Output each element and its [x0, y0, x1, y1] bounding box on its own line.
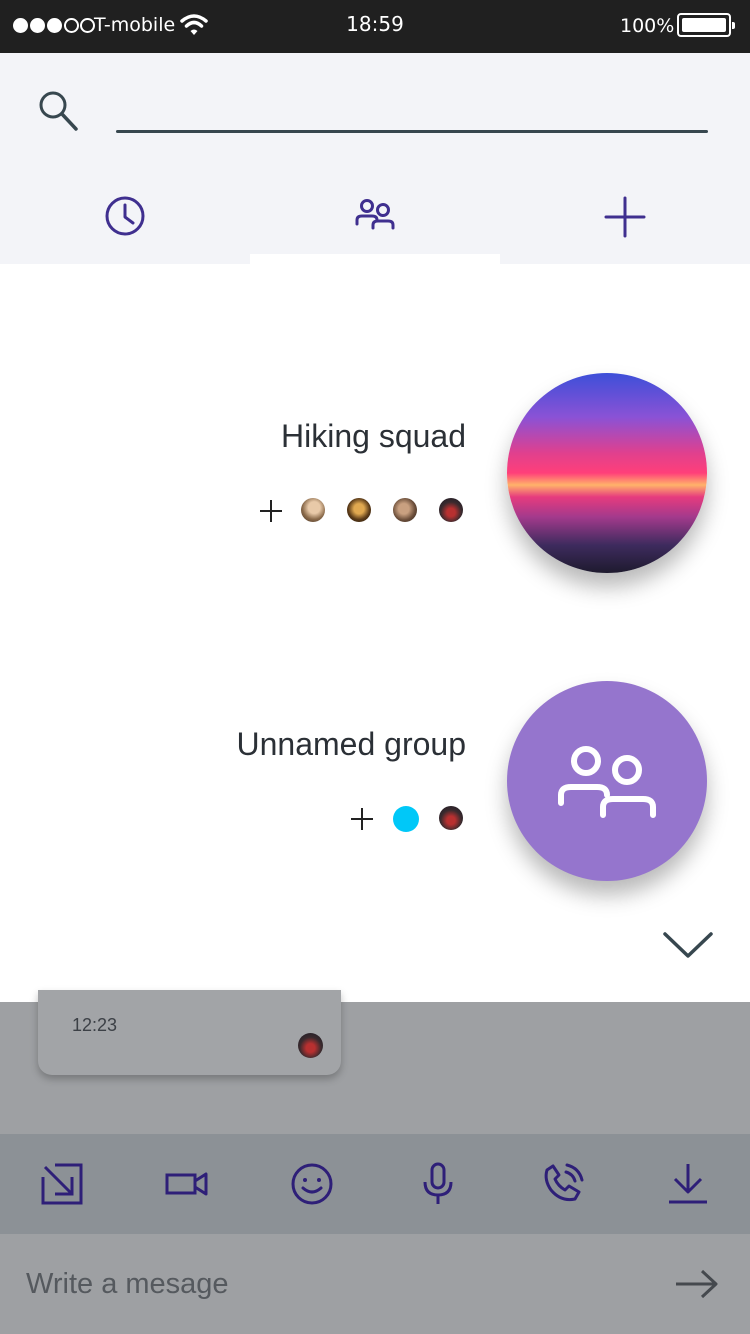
group-card-unnamed[interactable]: Unnamed group	[0, 670, 750, 900]
tab-groups[interactable]	[250, 176, 500, 256]
clock-icon	[105, 196, 145, 236]
message-time: 12:23	[72, 1015, 118, 1035]
message-input[interactable]	[26, 1262, 626, 1306]
people-icon	[558, 746, 656, 818]
people-icon	[355, 199, 395, 230]
search-input[interactable]	[116, 92, 708, 128]
chevron-down-icon[interactable]	[662, 930, 714, 960]
group-avatar	[507, 681, 707, 881]
status-bar: T-mobile 18:59 100%	[0, 0, 750, 53]
member-avatar-color	[393, 806, 419, 832]
battery-icon	[677, 13, 735, 37]
search-underline	[116, 130, 708, 133]
composer-toolbar	[0, 1134, 750, 1234]
tab-recent[interactable]	[0, 176, 250, 256]
tab-add[interactable]	[500, 176, 750, 256]
group-title: Hiking squad	[281, 418, 466, 454]
sender-avatar	[298, 1033, 323, 1058]
add-member-icon[interactable]	[258, 498, 284, 524]
group-card-hiking[interactable]: Hiking squad	[0, 360, 750, 590]
group-avatar-photo	[507, 373, 707, 573]
download-icon[interactable]	[667, 1162, 709, 1206]
member-avatar	[393, 498, 417, 522]
search-icon[interactable]	[36, 90, 80, 134]
plus-icon	[604, 196, 646, 238]
member-avatar	[439, 498, 463, 522]
microphone-icon[interactable]	[422, 1162, 454, 1206]
expand-arrow-icon[interactable]	[41, 1163, 83, 1205]
smiley-icon[interactable]	[291, 1163, 333, 1205]
add-member-icon[interactable]	[349, 806, 375, 832]
member-avatar	[301, 498, 325, 522]
send-arrow-icon[interactable]	[674, 1268, 720, 1300]
group-title: Unnamed group	[236, 726, 466, 762]
member-avatar	[439, 806, 463, 830]
member-avatar	[347, 498, 371, 522]
phone-call-icon[interactable]	[541, 1162, 585, 1206]
video-camera-icon[interactable]	[165, 1170, 209, 1198]
battery-percentage: 100%	[620, 15, 675, 37]
